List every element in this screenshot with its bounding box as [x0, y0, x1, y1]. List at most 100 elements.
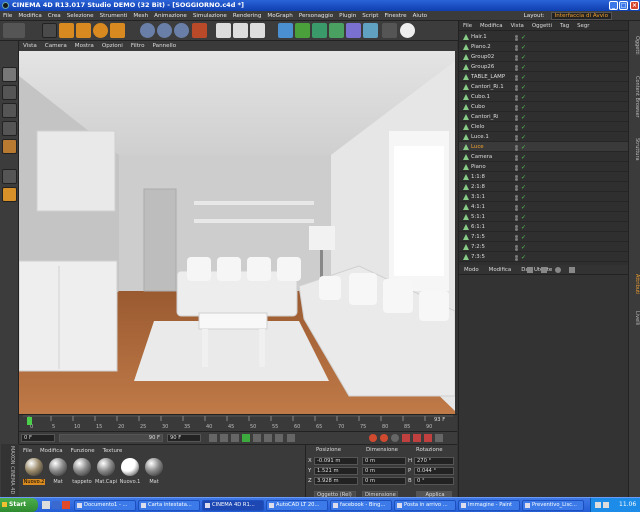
model-mode-icon[interactable] — [2, 67, 17, 82]
materials-menu-texture[interactable]: Texture — [99, 447, 127, 455]
object-row[interactable]: Luce.1 ✓ — [459, 132, 629, 142]
next-frame-button[interactable] — [253, 434, 261, 442]
minimize-button[interactable]: _ — [609, 1, 618, 10]
tab-attributi[interactable]: Attributi — [630, 269, 640, 299]
start-button[interactable]: Start — [0, 498, 38, 512]
material-swatch[interactable]: Mat — [47, 457, 69, 489]
cube-primitive-button[interactable] — [278, 23, 293, 38]
attr-search-icon[interactable] — [555, 267, 561, 273]
camera-button[interactable] — [382, 23, 397, 38]
attributes-menu-modifica[interactable]: Modifica — [484, 266, 517, 274]
render-visibility-dot[interactable] — [515, 158, 518, 161]
deformer-button[interactable] — [329, 23, 344, 38]
object-row[interactable]: 4:1:1 ✓ — [459, 202, 629, 212]
menu-item-selezione[interactable]: Selezione — [64, 13, 97, 19]
render-visibility-dot[interactable] — [515, 198, 518, 201]
taskbar-item[interactable]: Preventivo_Lisc... — [522, 500, 584, 511]
rotation-field[interactable]: 0.044 ° — [414, 467, 454, 475]
taskbar-item[interactable]: Carta intestata... — [138, 500, 200, 511]
array-button[interactable] — [312, 23, 327, 38]
objects-menu-file[interactable]: File — [459, 22, 476, 30]
timeline-playhead[interactable] — [27, 417, 32, 425]
objects-menu-modifica[interactable]: Modifica — [476, 22, 507, 30]
nurbs-button[interactable] — [346, 23, 361, 38]
render-visibility-dot[interactable] — [515, 108, 518, 111]
frame-range-slider[interactable]: 90 F — [59, 434, 163, 442]
next-key-button[interactable] — [264, 434, 272, 442]
object-row[interactable]: Cantori_Ri ✓ — [459, 112, 629, 122]
3d-viewport[interactable] — [19, 51, 455, 414]
z-axis-lock-button[interactable] — [174, 23, 189, 38]
coordinate-system-button[interactable] — [192, 23, 207, 38]
menu-item-strumenti[interactable]: Strumenti — [97, 13, 131, 19]
object-row[interactable]: Piano.2 ✓ — [459, 42, 629, 52]
menu-item-crea[interactable]: Crea — [45, 13, 64, 19]
object-row[interactable]: 3:1:1 ✓ — [459, 192, 629, 202]
menu-item-plugin[interactable]: Plugin — [336, 13, 359, 19]
viewport-menu-filtro[interactable]: Filtro — [127, 43, 149, 49]
menu-item-personaggio[interactable]: Personaggio — [296, 13, 336, 19]
render-visibility-dot[interactable] — [515, 258, 518, 261]
environment-button[interactable] — [363, 23, 378, 38]
tab-oggetti[interactable]: Oggetti — [630, 25, 640, 65]
material-swatch[interactable]: tappeto — [71, 457, 93, 489]
position-field[interactable]: 1.521 m — [314, 467, 358, 475]
recent-tool-button[interactable] — [110, 23, 125, 38]
rotation-key-icon[interactable] — [424, 434, 432, 442]
render-visibility-dot[interactable] — [515, 188, 518, 191]
menu-item-file[interactable]: File — [0, 13, 15, 19]
menu-item-animazione[interactable]: Animazione — [151, 13, 190, 19]
select-tool-button[interactable] — [42, 23, 57, 38]
maximize-button[interactable]: □ — [619, 1, 628, 10]
viewport-menu-camera[interactable]: Camera — [41, 43, 71, 49]
enable-axis-icon[interactable] — [2, 169, 17, 184]
taskbar-item[interactable]: Immagine - Paint — [458, 500, 520, 511]
object-row[interactable]: 7:3:5 ✓ — [459, 252, 629, 262]
layout-select[interactable]: Interfaccia di Avvio — [550, 12, 612, 20]
scale-tool-button[interactable] — [76, 23, 91, 38]
materials-menu-modifica[interactable]: Modifica — [36, 447, 67, 455]
parameter-key-icon[interactable] — [435, 434, 443, 442]
position-key-icon[interactable] — [402, 434, 410, 442]
tab-livelli[interactable]: Livelli — [630, 303, 640, 333]
materials-menu-file[interactable]: File — [19, 447, 36, 455]
x-axis-lock-button[interactable] — [140, 23, 155, 38]
viewport-menu-opzioni[interactable]: Opzioni — [98, 43, 127, 49]
render-visibility-dot[interactable] — [515, 68, 518, 71]
points-mode-icon[interactable] — [2, 103, 17, 118]
render-visibility-dot[interactable] — [515, 118, 518, 121]
tab-struttura[interactable]: Struttura — [630, 129, 640, 169]
texture-mode-icon[interactable] — [2, 85, 17, 100]
attr-up-icon[interactable] — [541, 267, 547, 273]
end-frame-field[interactable]: 90 F — [167, 434, 201, 442]
objects-menu-oggetti[interactable]: Oggetti — [528, 22, 556, 30]
object-row[interactable]: Cantori_Ri.1 ✓ — [459, 82, 629, 92]
light-button[interactable] — [400, 23, 415, 38]
last-frame-button[interactable] — [275, 434, 283, 442]
render-picture-viewer-button[interactable] — [233, 23, 248, 38]
objects-menu-segr[interactable]: Segr — [573, 22, 593, 30]
loop-button[interactable] — [287, 434, 295, 442]
prev-frame-button[interactable] — [231, 434, 239, 442]
taskbar-item[interactable]: facebook - Bing... — [330, 500, 392, 511]
current-frame-field[interactable]: 0 F — [21, 434, 55, 442]
rotation-field[interactable]: 0 ° — [414, 477, 454, 485]
y-axis-lock-button[interactable] — [157, 23, 172, 38]
materials-menu-funzione[interactable]: Funzione — [67, 447, 99, 455]
first-frame-button[interactable] — [209, 434, 217, 442]
attr-lock-icon[interactable] — [569, 267, 575, 273]
render-visibility-dot[interactable] — [515, 178, 518, 181]
objects-menu-tag[interactable]: Tag — [556, 22, 573, 30]
polygons-mode-icon[interactable] — [2, 139, 17, 154]
quicklaunch-app-icon[interactable] — [62, 501, 70, 509]
object-row[interactable]: 5:1:1 ✓ — [459, 212, 629, 222]
object-row[interactable]: Piano ✓ — [459, 162, 629, 172]
taskbar-item[interactable]: Documento1 - ... — [74, 500, 136, 511]
render-view-button[interactable] — [216, 23, 231, 38]
object-row[interactable]: 7:1:5 ✓ — [459, 232, 629, 242]
quicklaunch-ie-icon[interactable] — [52, 501, 60, 509]
move-tool-button[interactable] — [59, 23, 74, 38]
render-visibility-dot[interactable] — [515, 48, 518, 51]
quicklaunch-desktop-icon[interactable] — [42, 501, 50, 509]
snap-icon[interactable] — [2, 187, 17, 202]
